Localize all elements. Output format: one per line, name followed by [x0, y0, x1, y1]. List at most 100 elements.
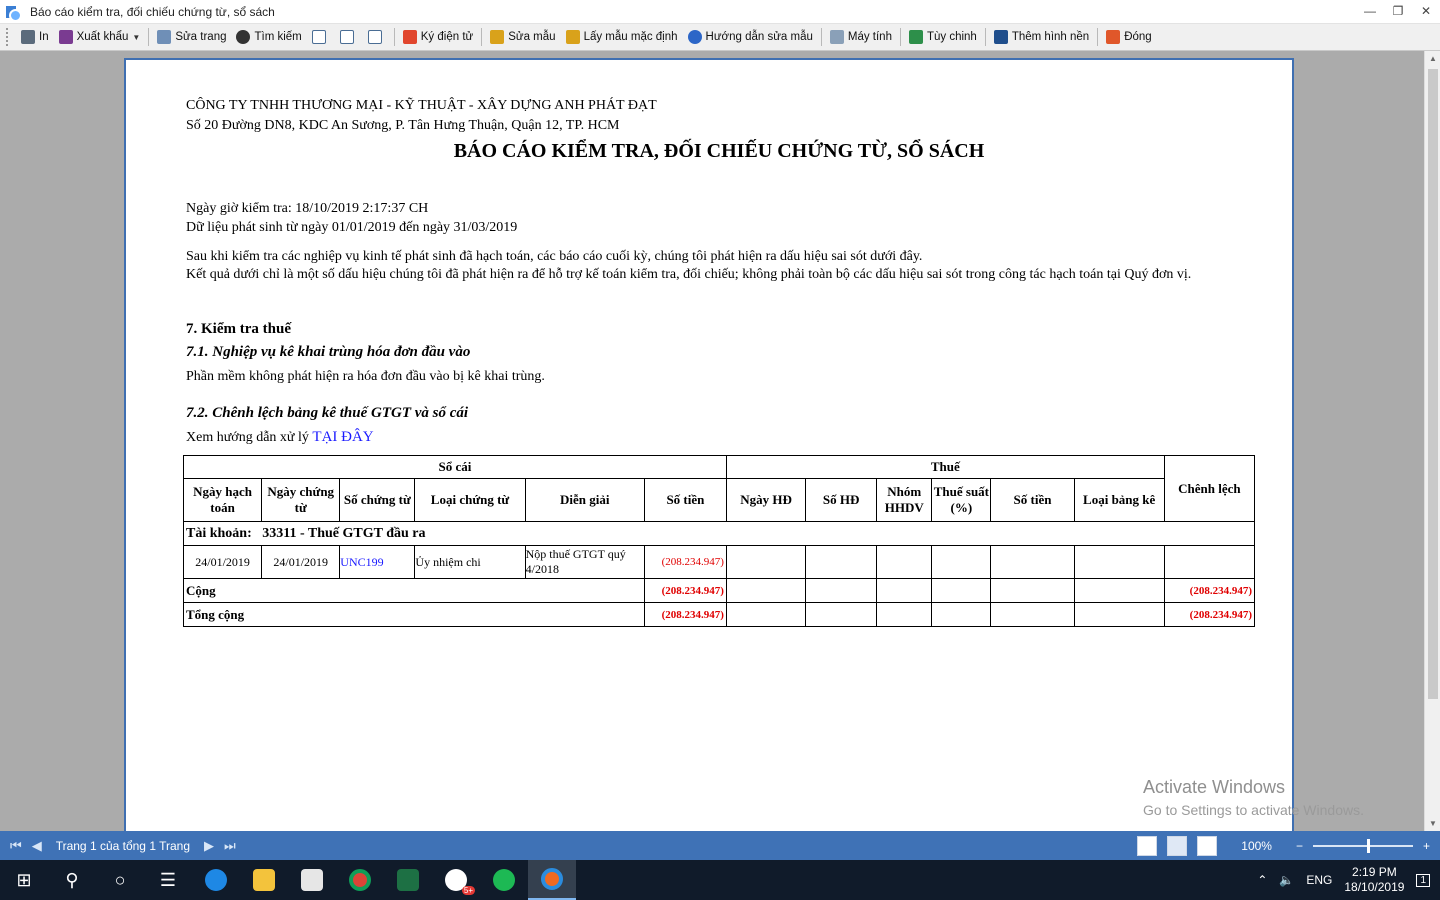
data-range: Dữ liệu phát sinh từ ngày 01/01/2019 đến… [186, 220, 518, 235]
multi-page-view-icon[interactable] [1197, 835, 1218, 856]
total-diff: (208.234.947) [1163, 602, 1256, 627]
toolbar: In Xuất khẩu ▼ Sửa trang Tìm kiếm Ký điện… [0, 24, 1440, 51]
taskbar: ⊞ ⚲ ○ ☰ 5+ ⌃ 🔈 ENG 2:19 PM 18/10/2019 1 [0, 860, 1440, 900]
spotify-icon[interactable] [480, 860, 528, 900]
account-label: Tài khoản: [186, 525, 252, 541]
zoom-out-icon[interactable]: − [1296, 839, 1303, 853]
default-template-button[interactable]: Lấy mẫu mặc định [561, 26, 683, 48]
zalo-badge: 5+ [461, 886, 475, 895]
edit-template-button[interactable]: Sửa mẫu [485, 26, 560, 48]
close-icon[interactable]: ✕ [1420, 2, 1432, 20]
language-indicator[interactable]: ENG [1306, 873, 1332, 887]
close-report-label: Đóng [1124, 31, 1152, 43]
notification-icon[interactable]: 1 [1416, 873, 1430, 887]
search-icon[interactable]: ⚲ [48, 860, 96, 900]
export-button[interactable]: Xuất khẩu ▼ [54, 26, 146, 48]
vertical-scrollbar[interactable]: ▲ ▼ [1424, 51, 1440, 831]
template-help-label: Hướng dẫn sửa mẫu [705, 31, 813, 43]
customize-label: Tùy chinh [926, 31, 977, 43]
windows-start-icon[interactable]: ⊞ [0, 860, 48, 900]
volume-icon[interactable]: 🔈 [1279, 873, 1294, 887]
e-sign-button[interactable]: Ký điện tử [398, 26, 478, 48]
chevron-up-icon[interactable]: ⌃ [1257, 873, 1267, 887]
account-row: Tài khoản: 33311 - Thuế GTGT đầu ra [183, 521, 1255, 546]
single-page-view-button[interactable] [307, 26, 335, 48]
window-title: Báo cáo kiểm tra, đối chiếu chứng từ, sổ… [30, 4, 275, 19]
row-post-date: 24/01/2019 [182, 545, 263, 579]
prev-page-icon[interactable]: ◀ [32, 838, 42, 854]
notification-count: 1 [1420, 874, 1426, 886]
edit-page-label: Sửa trang [175, 31, 227, 43]
store-icon[interactable] [288, 860, 336, 900]
toolbar-grip[interactable] [6, 28, 10, 46]
page-icon [311, 30, 326, 44]
find-label: Tìm kiếm [254, 31, 302, 43]
print-button[interactable]: In [16, 26, 54, 48]
clock[interactable]: 2:19 PM 18/10/2019 [1344, 865, 1404, 895]
total-row: Tổng cộng (208.234.947) (208.234.947) [183, 602, 1256, 627]
section-7-1-text: Phần mềm không phát hiện ra hóa đơn đầu … [186, 369, 545, 384]
doc-no-header: Số chứng từ [339, 478, 416, 522]
activation-watermark-text: Go to Settings to activate Windows. [1143, 802, 1364, 818]
edit-page-button[interactable]: Sửa trang [152, 26, 231, 48]
next-page-icon[interactable]: ▶ [204, 838, 214, 854]
single-page-view-icon[interactable] [1137, 835, 1158, 856]
zoom-in-icon[interactable]: + [1423, 839, 1430, 853]
zoom-slider[interactable] [1312, 838, 1413, 853]
report-viewer[interactable]: CÔNG TY TNHH THƯƠNG MẠI - KỸ THUẬT - XÂY… [0, 51, 1424, 831]
scroll-thumb[interactable] [1428, 69, 1438, 699]
multi-page-view-button[interactable] [335, 26, 363, 48]
floppy-icon [58, 30, 73, 44]
calculator-button[interactable]: Máy tính [825, 26, 897, 48]
signature-icon [402, 30, 417, 44]
system-tray: ⌃ 🔈 ENG 2:19 PM 18/10/2019 1 [1257, 860, 1440, 900]
toolbar-divider [1097, 28, 1099, 46]
last-page-icon[interactable]: ⏭ [224, 838, 236, 854]
window-controls: — ❐ ✕ [1364, 2, 1432, 20]
default-template-label: Lấy mẫu mặc định [583, 31, 678, 43]
toolbar-divider [148, 28, 150, 46]
edit-icon [157, 30, 172, 44]
customize-button[interactable]: Tùy chinh [904, 26, 982, 48]
find-button[interactable]: Tìm kiếm [231, 26, 306, 48]
section-7-2-heading: 7.2. Chênh lệch bảng kê thuế GTGT và sổ … [186, 405, 469, 421]
continuous-view-icon[interactable] [1167, 835, 1188, 856]
add-background-label: Thêm hình nền [1011, 31, 1090, 43]
task-view-icon[interactable]: ☰ [144, 860, 192, 900]
restore-icon[interactable]: ❐ [1392, 2, 1404, 20]
tax-amount-header: Số tiền [990, 478, 1075, 522]
chevron-down-icon[interactable]: ▼ [132, 33, 140, 42]
report-title: BÁO CÁO KIỂM TRA, ĐỐI CHIẾU CHỨNG TỪ, SỔ… [453, 140, 985, 162]
ledger-group-header: Sổ cái [183, 455, 727, 479]
clock-time: 2:19 PM [1352, 865, 1397, 879]
fit-width-button[interactable] [363, 26, 391, 48]
close-report-button[interactable]: Đóng [1101, 26, 1157, 48]
calculator-label: Máy tính [847, 31, 892, 43]
scroll-down-icon[interactable]: ▼ [1429, 819, 1437, 828]
excel-icon[interactable] [384, 860, 432, 900]
guide-link[interactable]: TẠI ĐÂY [312, 429, 373, 445]
toolbar-divider [393, 28, 395, 46]
minimize-icon[interactable]: — [1364, 2, 1376, 20]
report-page: CÔNG TY TNHH THƯƠNG MẠI - KỸ THUẬT - XÂY… [124, 58, 1294, 831]
edge-icon[interactable] [192, 860, 240, 900]
zalo-icon[interactable]: 5+ [432, 860, 480, 900]
page-info: Trang 1 của tổng 1 Trang [55, 838, 191, 853]
zoom-slider-knob[interactable] [1366, 838, 1370, 853]
add-background-button[interactable]: Thêm hình nền [989, 26, 1094, 48]
template-help-button[interactable]: Hướng dẫn sửa mẫu [683, 26, 818, 48]
intro-paragraph-1: Sau khi kiểm tra các nghiệp vụ kinh tế p… [186, 249, 923, 264]
row-doc-no-link[interactable]: UNC199 [339, 545, 416, 579]
first-page-icon[interactable]: ⏮ [10, 838, 22, 854]
scroll-up-icon[interactable]: ▲ [1429, 54, 1437, 63]
subtotal-amount: (208.234.947) [643, 578, 727, 603]
chrome-icon[interactable] [336, 860, 384, 900]
row-doc-type: Ủy nhiệm chi [414, 545, 526, 579]
accounting-app-icon[interactable] [528, 860, 576, 900]
guide-text: Xem hướng dẫn xử lý [186, 430, 309, 445]
binoculars-icon [236, 30, 251, 44]
file-explorer-icon[interactable] [240, 860, 288, 900]
customize-icon [908, 30, 923, 44]
cortana-icon[interactable]: ○ [96, 860, 144, 900]
rate-header: Thuế suất (%) [931, 478, 992, 522]
